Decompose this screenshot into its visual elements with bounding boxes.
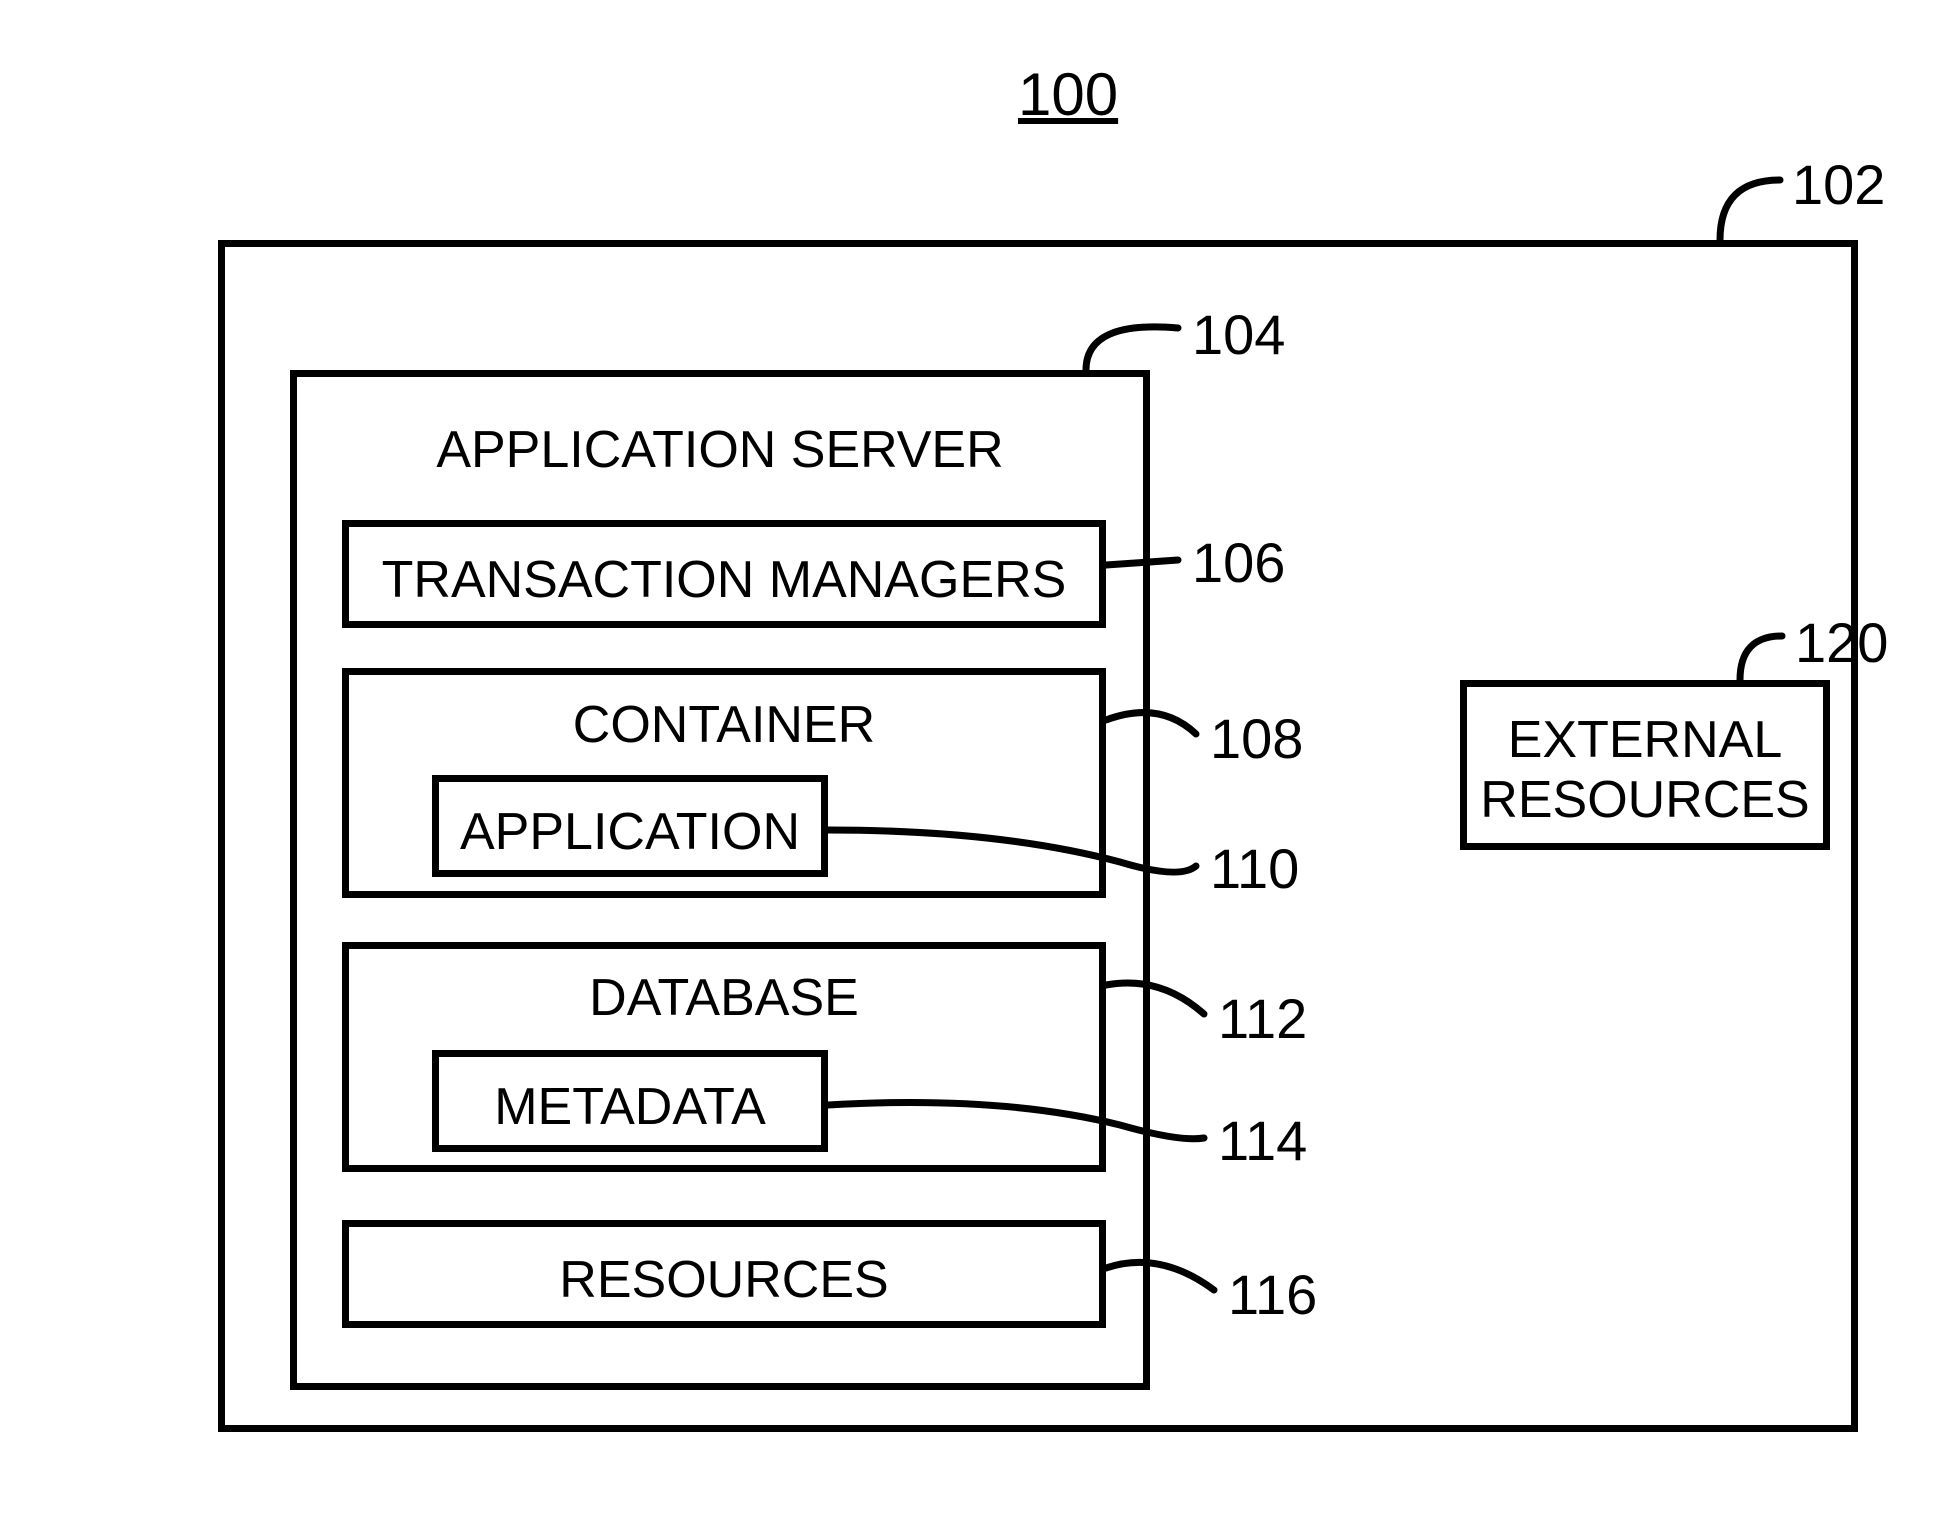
application-server-title: APPLICATION SERVER [290, 420, 1150, 480]
metadata-label: METADATA [432, 1077, 828, 1137]
diagram-canvas: 100 102 APPLICATION SERVER 104 TRANSACTI… [0, 0, 1956, 1539]
ref-110: 110 [1210, 836, 1299, 901]
ref-116: 116 [1228, 1262, 1317, 1327]
figure-ref-100: 100 [1018, 60, 1118, 129]
ref-106: 106 [1192, 530, 1285, 595]
ref-102: 102 [1792, 152, 1885, 217]
ref-114: 114 [1218, 1108, 1307, 1173]
external-resources-line2: RESOURCES [1460, 770, 1830, 830]
ref-108: 108 [1210, 706, 1303, 771]
application-label: APPLICATION [432, 802, 828, 862]
ref-104: 104 [1192, 302, 1285, 367]
ref-120: 120 [1795, 610, 1888, 675]
resources-label: RESOURCES [342, 1250, 1106, 1310]
transaction-managers-label: TRANSACTION MANAGERS [342, 550, 1106, 610]
database-label: DATABASE [342, 968, 1106, 1028]
container-label: CONTAINER [342, 695, 1106, 755]
external-resources-line1: EXTERNAL [1460, 710, 1830, 770]
ref-112: 112 [1218, 986, 1307, 1051]
